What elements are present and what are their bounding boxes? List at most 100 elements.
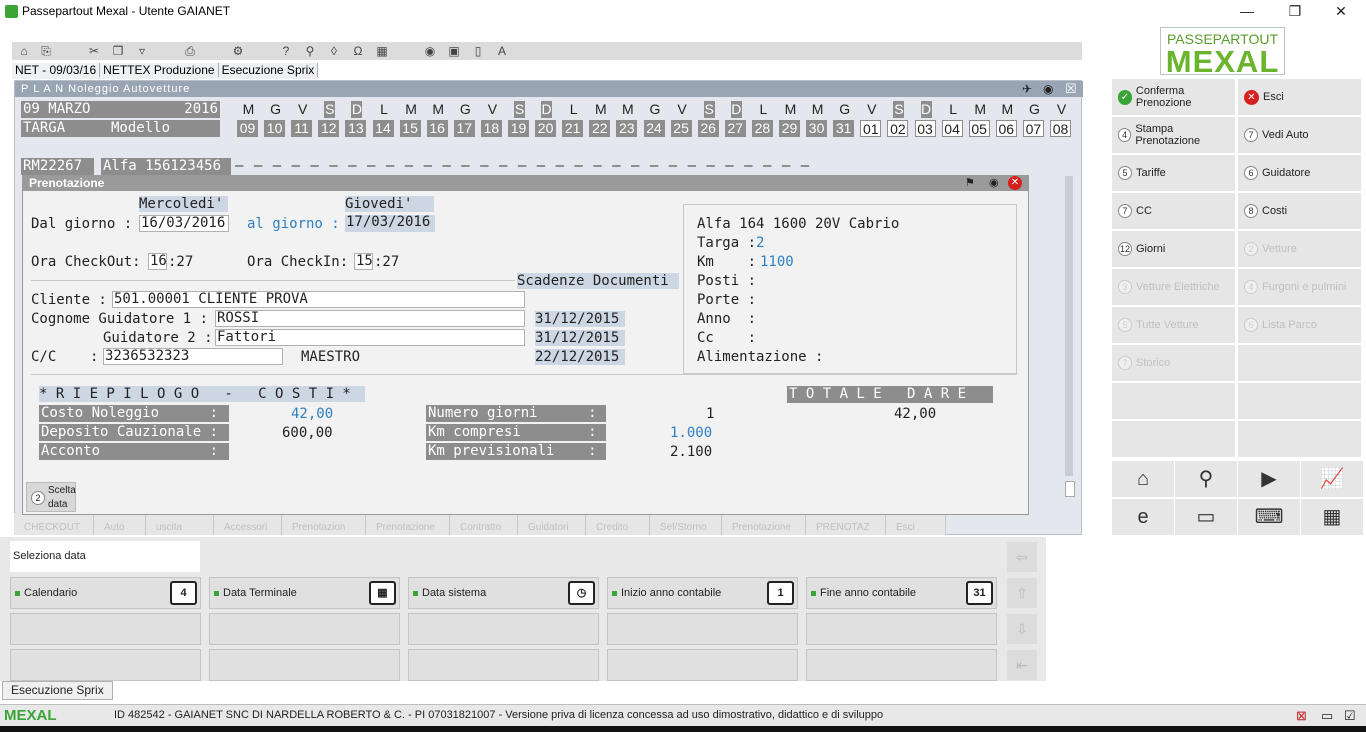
search-doc-icon[interactable]: ⚲ <box>1175 461 1237 497</box>
grid-icon[interactable]: ▦ <box>1301 499 1363 535</box>
guid2-field[interactable]: Fattori <box>215 329 525 346</box>
monitor-icon[interactable]: ▣ <box>446 43 462 59</box>
breadcrumb-item[interactable]: Esecuzione Sprix <box>218 63 319 77</box>
window-icon[interactable]: ▯ <box>470 43 486 59</box>
day-cell[interactable]: 16 <box>426 120 448 137</box>
plan-tab[interactable]: Contratto <box>450 513 518 535</box>
scelta-data-button[interactable]: 2 Scelta data <box>26 482 76 512</box>
checkin-hour[interactable]: 15 <box>354 253 373 270</box>
right-panel-button[interactable]: 4 Stampa Prenotazione <box>1112 117 1235 153</box>
day-cell[interactable]: 18 <box>480 120 502 137</box>
home-icon[interactable]: ⌂ <box>16 43 32 59</box>
day-cell[interactable]: 26 <box>697 120 719 137</box>
plan-tab[interactable]: Esci <box>886 513 946 535</box>
nav-down-icon[interactable]: ⇩ <box>1007 614 1037 644</box>
record-icon[interactable]: ◉ <box>989 176 999 189</box>
scrollbar[interactable] <box>1065 176 1073 476</box>
video-icon[interactable]: ▶ <box>1238 461 1300 497</box>
scrollbar-thumb[interactable] <box>1065 481 1075 497</box>
record-icon[interactable]: ◉ <box>422 43 438 59</box>
close-icon[interactable]: ✕ <box>1008 176 1022 190</box>
day-cell[interactable]: 23 <box>616 120 638 137</box>
day-cell[interactable]: 12 <box>318 120 340 137</box>
plan-tab[interactable]: PRENOTAZ <box>806 513 886 535</box>
day-cell[interactable]: 27 <box>724 120 746 137</box>
plan-tab[interactable]: Auto <box>94 513 146 535</box>
day-cell[interactable]: 30 <box>806 120 828 137</box>
keyboard-icon[interactable]: ⌨ <box>1238 499 1300 535</box>
day-cell[interactable]: 19 <box>508 120 529 137</box>
close-icon[interactable]: ☒ <box>1065 81 1077 97</box>
day-cell[interactable]: 21 <box>562 120 584 137</box>
guid1-field[interactable]: ROSSI <box>215 310 525 327</box>
close-button[interactable]: ✕ <box>1318 2 1364 22</box>
day-cell[interactable]: 15 <box>399 120 421 137</box>
day-cell[interactable]: 13 <box>345 120 367 137</box>
pin-icon[interactable]: ✈ <box>1022 82 1032 96</box>
plan-tab[interactable]: Credito <box>586 513 650 535</box>
right-panel-button[interactable]: ✓ Conferma Prenozione <box>1112 79 1235 115</box>
nav-up-icon[interactable]: ⇧ <box>1007 578 1037 608</box>
day-cell[interactable]: 14 <box>372 120 394 137</box>
plan-tab[interactable]: Prenotazione <box>366 513 450 535</box>
maximize-button[interactable]: ❐ <box>1272 2 1318 22</box>
day-cell[interactable]: 17 <box>453 120 475 137</box>
day-cell[interactable]: 28 <box>751 120 773 137</box>
day-cell[interactable]: 29 <box>779 120 800 137</box>
help-icon[interactable]: ? <box>278 43 294 59</box>
sprix-tab[interactable]: Esecuzione Sprix <box>2 681 113 700</box>
right-panel-button[interactable]: 5 Tariffe <box>1112 155 1235 191</box>
omega-icon[interactable]: Ω <box>350 43 366 59</box>
bottom-button[interactable]: Calendario 4 <box>10 577 201 609</box>
plan-tab[interactable]: Guidatori <box>518 513 586 535</box>
day-cell[interactable]: 08 <box>1050 120 1071 137</box>
nav-back-icon[interactable]: ⇦ <box>1007 542 1037 572</box>
day-cell[interactable]: 02 <box>887 120 909 137</box>
right-panel-button[interactable]: 8 Costi <box>1238 193 1361 229</box>
day-cell[interactable]: 20 <box>535 120 557 137</box>
search-icon[interactable]: ⚲ <box>302 43 318 59</box>
checkout-hour[interactable]: 16 <box>148 253 167 270</box>
right-panel-button[interactable]: ✕ Esci <box>1238 79 1361 115</box>
day-cell[interactable]: 04 <box>941 120 963 137</box>
cut-icon[interactable]: ✂ <box>86 43 102 59</box>
date-from-field[interactable]: 16/03/2016 <box>139 215 229 232</box>
checkout-min[interactable]: :27 <box>168 254 193 270</box>
day-cell[interactable]: 06 <box>995 120 1017 137</box>
monitor-icon[interactable]: ▭ <box>1321 708 1333 724</box>
day-cell[interactable]: 31 <box>833 120 855 137</box>
export-icon[interactable]: ⎘ <box>38 43 54 59</box>
check-icon[interactable]: ☑ <box>1344 708 1356 724</box>
plan-tab[interactable]: Sel/Storno <box>650 513 722 535</box>
day-cell[interactable]: 10 <box>264 120 286 137</box>
font-icon[interactable]: A <box>494 43 510 59</box>
chart-icon[interactable]: 📈 <box>1301 461 1363 497</box>
day-cell[interactable]: 05 <box>968 120 990 137</box>
right-panel-button[interactable]: 7 Vedi Auto <box>1238 117 1361 153</box>
cliente-field[interactable]: 501.00001 CLIENTE PROVA <box>112 291 525 308</box>
network-icon[interactable]: ⊠ <box>1296 708 1307 724</box>
right-panel-button[interactable]: 7 CC <box>1112 193 1235 229</box>
day-cell[interactable]: 09 <box>237 120 258 137</box>
checkin-min[interactable]: :27 <box>374 254 399 270</box>
day-cell[interactable]: 03 <box>914 120 936 137</box>
paste-icon[interactable]: ▿ <box>134 43 150 59</box>
cc-field[interactable]: 3236532323 <box>103 348 283 365</box>
record-icon[interactable]: ◉ <box>1043 82 1053 96</box>
bottom-button[interactable]: Data Terminale ▦ <box>209 577 400 609</box>
plan-tab[interactable]: Prenotazion <box>282 513 366 535</box>
factory-icon[interactable]: ⌂ <box>1112 461 1174 497</box>
print-icon[interactable]: ⎙ <box>182 43 198 59</box>
day-cell[interactable]: 07 <box>1022 120 1044 137</box>
breadcrumb-item[interactable]: NET - 09/03/16 <box>12 63 101 77</box>
card-icon[interactable]: ▭ <box>1175 499 1237 535</box>
day-cell[interactable]: 11 <box>291 120 313 137</box>
day-cell[interactable]: 01 <box>860 120 882 137</box>
right-panel-button[interactable]: 6 Guidatore <box>1238 155 1361 191</box>
calculator-icon[interactable]: ▦ <box>374 43 390 59</box>
minimize-button[interactable]: — <box>1224 2 1270 22</box>
right-panel-button[interactable]: 12 Giorni <box>1112 231 1235 267</box>
day-cell[interactable]: 22 <box>589 120 611 137</box>
table-row[interactable]: RM22267 Alfa 156123456 — — — — — — — — —… <box>21 158 1071 175</box>
plan-tab[interactable]: uscita <box>146 513 214 535</box>
